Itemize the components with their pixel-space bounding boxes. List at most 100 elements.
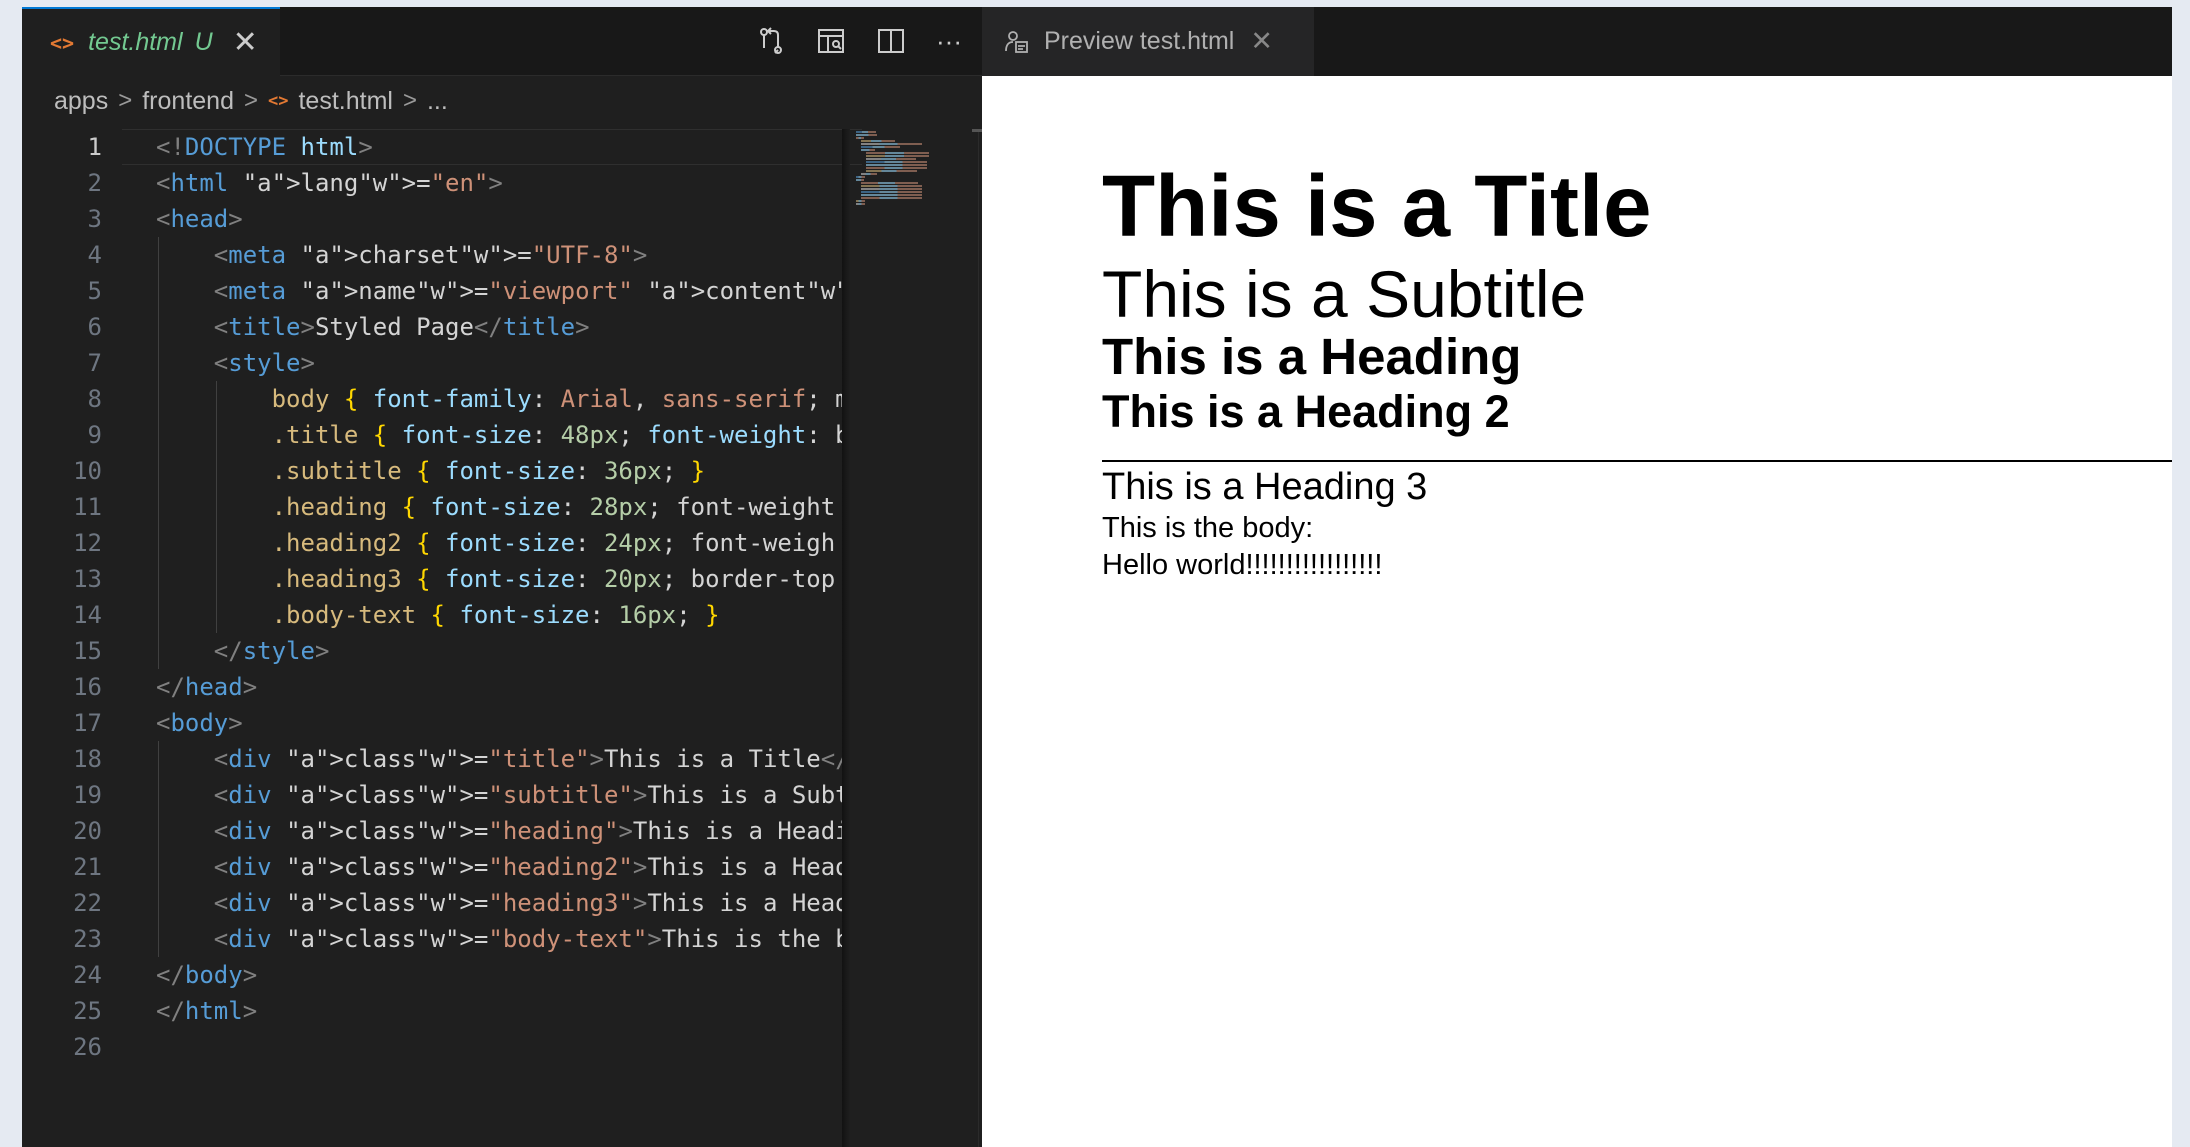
code-line[interactable]: 17 <body>: [22, 705, 842, 741]
untracked-badge: U: [194, 28, 213, 56]
code-line[interactable]: 9 .title { font-size: 48px; font-weight:…: [22, 417, 842, 453]
code-text: <div "a">class"w">="title">This is a Tit…: [213, 745, 842, 773]
html-file-icon: <>: [268, 91, 289, 111]
code-text: <title>Styled Page</title>: [213, 313, 590, 341]
code-line[interactable]: 2 <html "a">lang"w">="en">: [22, 165, 842, 201]
code-text: .heading { font-size: 28px; font-weight: [271, 493, 836, 521]
minimap-line: [856, 200, 866, 202]
line-number: 20: [73, 817, 102, 845]
line-number: 16: [73, 673, 102, 701]
indent-guide: [158, 237, 159, 669]
code-line[interactable]: 11 .heading { font-size: 28px; font-weig…: [22, 489, 842, 525]
minimap-line: [861, 188, 923, 190]
code-area[interactable]: 1 <!DOCTYPE html> 2 <html "a">lang"w">="en"…: [22, 129, 842, 1147]
code-text: <div "a">class"w">="heading3">This is a …: [213, 889, 842, 917]
breadcrumb-item-file[interactable]: test.html: [298, 87, 392, 116]
code-line[interactable]: 6 <title>Styled Page</title>: [22, 309, 842, 345]
minimap[interactable]: [842, 129, 1002, 1147]
code-line[interactable]: 4 <meta "a">charset"w">="UTF-8">: [22, 237, 842, 273]
code-text: <body>: [156, 709, 243, 737]
line-number: 23: [73, 925, 102, 953]
preview-subtitle: This is a Subtitle: [1102, 257, 1587, 331]
scrollbar-track[interactable]: [978, 129, 979, 1147]
line-number: 15: [73, 637, 102, 665]
indent-guide: [216, 381, 217, 633]
code-line[interactable]: 19 <div "a">class"w">="subtitle">This is…: [22, 777, 842, 813]
preview-title: This is a Title: [1102, 158, 1652, 255]
code-line[interactable]: 23 <div "a">class"w">="body-text">This i…: [22, 921, 842, 957]
open-preview-icon[interactable]: [816, 26, 846, 56]
code-line[interactable]: 13 .heading3 { font-size: 20px; border-t…: [22, 561, 842, 597]
line-number: 8: [87, 385, 102, 413]
breadcrumb-item-symbols[interactable]: ...: [427, 87, 448, 116]
line-number: 21: [73, 853, 102, 881]
vscode-window: <> test.html U ✕ ··· apps > frontend > <…: [22, 7, 2172, 1147]
code-text: .heading2 { font-size: 24px; font-weigh: [271, 529, 836, 557]
code-line[interactable]: 8 body { font-family: Arial, sans-serif;…: [22, 381, 842, 417]
preview-heading2: This is a Heading 2: [1102, 386, 1510, 437]
chevron-right-icon: >: [118, 87, 133, 114]
code-line[interactable]: 10 .subtitle { font-size: 36px; }: [22, 453, 842, 489]
minimap-line: [866, 161, 928, 163]
code-line[interactable]: 16 </head>: [22, 669, 842, 705]
line-number: 2: [87, 169, 102, 197]
code-text: <head>: [156, 205, 243, 233]
line-number: 22: [73, 889, 102, 917]
split-editor-icon[interactable]: [876, 26, 906, 56]
line-number: 11: [73, 493, 102, 521]
preview-tab-bar: Preview test.html ✕: [982, 7, 2172, 76]
editor-pane: <> test.html U ✕ ··· apps > frontend > <…: [22, 7, 1002, 1147]
minimap-line: [856, 176, 866, 178]
code-line[interactable]: 22 <div "a">class"w">="heading3">This is…: [22, 885, 842, 921]
preview-tab-label: Preview test.html: [1044, 27, 1235, 55]
code-line[interactable]: 15 </style>: [22, 633, 842, 669]
code-line[interactable]: 26: [22, 1029, 842, 1065]
code-text: </body>: [156, 961, 258, 989]
html-file-icon: <>: [50, 30, 75, 55]
code-text: .title { font-size: 48px; font-weight: b: [271, 421, 842, 449]
code-line[interactable]: 1 <!DOCTYPE html>: [22, 129, 842, 165]
code-line[interactable]: 25 </html>: [22, 993, 842, 1029]
open-changes-icon[interactable]: [756, 26, 786, 56]
code-text: body { font-family: Arial, sans-serif; m: [271, 385, 842, 413]
line-number: 5: [87, 277, 102, 305]
chevron-right-icon: >: [243, 87, 258, 114]
breadcrumb-item-apps[interactable]: apps: [54, 87, 108, 116]
close-icon[interactable]: ✕: [233, 27, 258, 58]
minimap-line: [856, 131, 876, 133]
preview-body-line: Hello world!!!!!!!!!!!!!!!!!: [1102, 549, 1383, 581]
code-text: <div "a">class"w">="heading2">This is a …: [213, 853, 842, 881]
code-text: <div "a">class"w">="body-text">This is t…: [213, 925, 842, 953]
minimap-line: [861, 185, 923, 187]
code-line[interactable]: 7 <style>: [22, 345, 842, 381]
code-text: <meta "a">name"w">="viewport" "a">conten…: [213, 277, 842, 305]
line-number: 3: [87, 205, 102, 233]
code-text: </head>: [156, 673, 258, 701]
minimap-line: [861, 143, 923, 145]
line-number: 14: [73, 601, 102, 629]
code-line[interactable]: 18 <div "a">class"w">="title">This is a …: [22, 741, 842, 777]
more-actions-icon[interactable]: ···: [936, 26, 962, 57]
code-line[interactable]: 5 <meta "a">name"w">="viewport" "a">cont…: [22, 273, 842, 309]
code-text: .body-text { font-size: 16px; }: [271, 601, 720, 629]
minimap-line: [861, 173, 877, 175]
tab-preview[interactable]: Preview test.html ✕: [982, 7, 1314, 76]
line-number: 13: [73, 565, 102, 593]
code-line[interactable]: 14 .body-text { font-size: 16px; }: [22, 597, 842, 633]
line-number: 17: [73, 709, 102, 737]
code-line[interactable]: 24 </body>: [22, 957, 842, 993]
close-icon[interactable]: ✕: [1250, 26, 1273, 57]
breadcrumb-item-frontend[interactable]: frontend: [142, 87, 234, 116]
minimap-line: [866, 158, 916, 160]
line-number: 26: [73, 1033, 102, 1061]
code-line[interactable]: 20 <div "a">class"w">="heading">This is …: [22, 813, 842, 849]
code-line[interactable]: 3 <head>: [22, 201, 842, 237]
tab-test-html[interactable]: <> test.html U ✕: [22, 7, 280, 76]
code-text: </style>: [213, 637, 330, 665]
minimap-line: [861, 191, 923, 193]
preview-body-text: This is the body: Hello world!!!!!!!!!!!…: [1102, 510, 2172, 584]
line-number: 19: [73, 781, 102, 809]
code-line[interactable]: 21 <div "a">class"w">="heading2">This is…: [22, 849, 842, 885]
code-line[interactable]: 12 .heading2 { font-size: 24px; font-wei…: [22, 525, 842, 561]
line-number: 18: [73, 745, 102, 773]
